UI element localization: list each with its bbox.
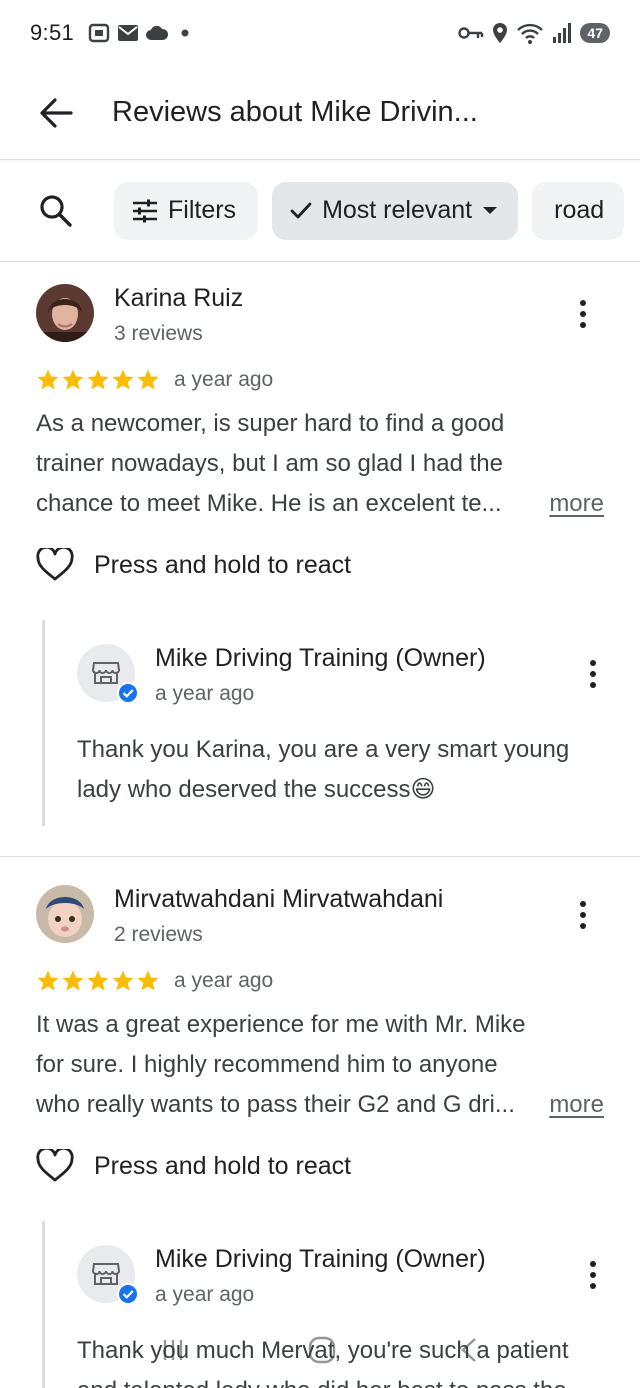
sort-chip-label: Most relevant xyxy=(322,196,473,224)
avatar[interactable] xyxy=(36,885,94,943)
reviewer-photo xyxy=(36,284,94,342)
more-link[interactable]: more xyxy=(549,1091,604,1119)
more-vert-icon xyxy=(580,901,586,907)
avatar[interactable] xyxy=(36,284,94,342)
check-icon xyxy=(290,202,312,218)
arrow-back-icon xyxy=(40,97,73,128)
star-icon xyxy=(87,970,109,991)
review-text[interactable]: It was a great experience for me with Mr… xyxy=(36,1005,616,1125)
react-button[interactable]: Press and hold to react xyxy=(36,1149,351,1183)
rating-row: a year ago xyxy=(36,368,273,392)
owner-avatar[interactable] xyxy=(77,1245,139,1305)
topic-chip-road[interactable]: road xyxy=(532,181,625,240)
star-rating xyxy=(36,368,160,392)
star-icon xyxy=(37,970,59,991)
topic-chip-label: road xyxy=(554,196,605,224)
reply-text-line: and talented lady who did her best to pa… xyxy=(77,1371,617,1388)
status-left-icons xyxy=(88,23,194,43)
page-title: Reviews about Mike Drivin... xyxy=(112,96,478,128)
review-date: a year ago xyxy=(174,969,274,992)
dropdown-arrow-icon xyxy=(483,206,498,214)
owner-avatar[interactable] xyxy=(77,644,139,704)
star-icon xyxy=(62,970,84,991)
review-card: Mirvatwahdani Mirvatwahdani 2 reviews a … xyxy=(0,856,640,1388)
star-icon xyxy=(37,369,59,390)
more-options-button[interactable] xyxy=(571,897,595,933)
reply-date: a year ago xyxy=(155,1283,255,1306)
cloud-icon xyxy=(146,25,169,40)
reviewer-name[interactable]: Karina Ruiz xyxy=(114,284,243,313)
verified-icon xyxy=(117,682,139,704)
tune-icon xyxy=(133,199,157,222)
more-options-button[interactable] xyxy=(581,1257,605,1293)
mail-icon xyxy=(118,25,139,41)
heart-icon xyxy=(36,548,74,581)
storefront-icon xyxy=(92,662,120,684)
location-icon xyxy=(493,23,508,43)
verified-icon xyxy=(117,1283,139,1305)
review-text-line: It was a great experience for me with Mr… xyxy=(36,1011,526,1038)
more-vert-icon xyxy=(590,660,596,666)
status-time: 9:51 xyxy=(30,20,75,45)
status-right-icons: 47 xyxy=(458,22,610,44)
react-label: Press and hold to react xyxy=(94,1151,352,1180)
more-options-button[interactable] xyxy=(571,296,595,332)
heart-icon xyxy=(36,1149,74,1182)
app-bar: Reviews about Mike Drivin... xyxy=(0,66,640,160)
filters-chip[interactable]: Filters xyxy=(114,181,259,240)
reviewer-name[interactable]: Mirvatwahdani Mirvatwahdani xyxy=(114,885,443,914)
review-date: a year ago xyxy=(174,368,274,391)
back-button[interactable] xyxy=(0,66,112,160)
review-text[interactable]: As a newcomer, is super hard to find a g… xyxy=(36,404,616,524)
review-text-line: for sure. I highly recommend him to anyo… xyxy=(36,1051,498,1078)
screenshot-icon xyxy=(88,23,110,43)
storefront-icon xyxy=(92,1263,120,1285)
review-text-line: As a newcomer, is super hard to find a g… xyxy=(36,410,505,437)
rating-row: a year ago xyxy=(36,969,273,993)
star-icon xyxy=(87,369,109,390)
sort-chip[interactable]: Most relevant xyxy=(272,181,519,240)
review-text-line: who really wants to pass their G2 and G … xyxy=(36,1091,515,1118)
search-icon xyxy=(40,194,72,227)
star-icon xyxy=(137,970,159,991)
reply-text: Thank you Karina, you are a very smart y… xyxy=(77,730,617,810)
vpn-key-icon xyxy=(458,27,484,39)
reply-text-line: Thank you much Mervat, you're such a pat… xyxy=(77,1337,569,1364)
signal-icon xyxy=(553,23,572,43)
owner-reply: Mike Driving Training (Owner) a year ago… xyxy=(42,620,602,826)
more-vert-icon xyxy=(580,300,586,306)
star-icon xyxy=(137,369,159,390)
review-count: 2 reviews xyxy=(114,923,203,946)
reply-date: a year ago xyxy=(155,682,255,705)
dot-icon xyxy=(181,29,189,37)
react-button[interactable]: Press and hold to react xyxy=(36,548,351,582)
reviewer-photo xyxy=(36,885,94,943)
more-options-button[interactable] xyxy=(581,656,605,692)
review-text-line: chance to meet Mike. He is an excelent t… xyxy=(36,490,502,517)
search-button[interactable] xyxy=(0,160,112,261)
star-icon xyxy=(112,369,134,390)
status-bar: 9:51 47 xyxy=(0,0,640,66)
filter-chip-bar: Filters Most relevant road xyxy=(0,160,640,262)
review-count: 3 reviews xyxy=(114,322,203,345)
star-icon xyxy=(112,970,134,991)
owner-name: Mike Driving Training (Owner) xyxy=(155,1245,486,1273)
more-link[interactable]: more xyxy=(549,490,604,518)
reply-text-line: Thank you Karina, you are a very smart y… xyxy=(77,736,570,763)
reply-text: Thank you much Mervat, you're such a pat… xyxy=(77,1331,617,1388)
battery-icon: 47 xyxy=(580,23,610,43)
reply-text-line: lady who deserved the success😄 xyxy=(77,776,436,803)
star-rating xyxy=(36,969,160,993)
review-text-line: trainer nowadays, but I am so glad I had… xyxy=(36,450,503,477)
react-label: Press and hold to react xyxy=(94,550,352,579)
owner-reply: Mike Driving Training (Owner) a year ago… xyxy=(42,1221,602,1388)
wifi-icon xyxy=(517,23,544,44)
filters-chip-label: Filters xyxy=(168,196,237,224)
star-icon xyxy=(62,369,84,390)
owner-name: Mike Driving Training (Owner) xyxy=(155,644,486,672)
more-vert-icon xyxy=(590,1261,596,1267)
